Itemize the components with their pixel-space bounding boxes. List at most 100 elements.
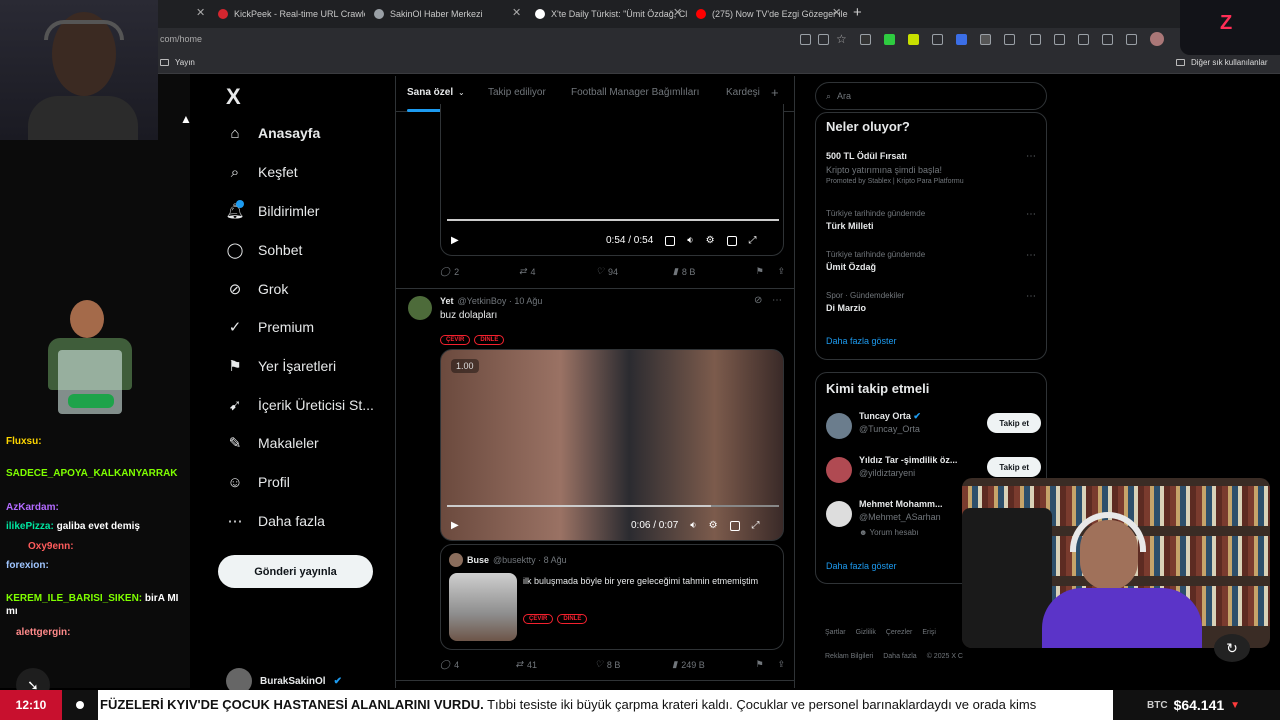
browser-tab[interactable]: KickPeek - Real-time URL Crawler	[210, 3, 365, 25]
volume-icon[interactable]: 🔉︎	[690, 520, 696, 531]
add-tab-icon[interactable]: +	[771, 85, 779, 100]
sidebar-item-profile[interactable]: ☺ Profil	[226, 473, 290, 491]
tab-list[interactable]: Football Manager Bağımlıları	[571, 87, 699, 98]
other-bookmarks[interactable]: Diğer sık kullanılanlar	[1176, 58, 1267, 67]
footer-link[interactable]: Çerezler	[886, 626, 912, 640]
captions-icon[interactable]	[665, 235, 676, 246]
repost-button[interactable]: ⇄ 41	[515, 659, 594, 670]
browser-tab[interactable]: SakinOl Haber Merkezi	[366, 3, 526, 25]
sidebar-item-creator-studio[interactable]: ➹ İçerik Üreticisi St...	[226, 396, 374, 414]
favorites-icon[interactable]	[1054, 34, 1065, 45]
tab-for-you[interactable]: Sana özel	[407, 87, 454, 112]
trend-item[interactable]: 500 TL Ödül Fırsatı Kripto yatırımına şi…	[826, 151, 1036, 185]
avatar[interactable]	[408, 296, 432, 320]
footer-link[interactable]: Şartlar	[825, 626, 846, 640]
sidebar-item-bookmarks[interactable]: ⚑ Yer İşaretleri	[226, 357, 336, 375]
pip-icon[interactable]	[726, 235, 737, 246]
grok-icon[interactable]: ⊘	[754, 295, 762, 306]
sidebar-item-explore[interactable]: ⌕ Keşfet	[226, 163, 298, 181]
follow-button[interactable]: Takip et	[987, 413, 1041, 433]
footer-link[interactable]: Erişi	[922, 626, 936, 640]
sidebar-item-more[interactable]: ⋯ Daha fazla	[226, 512, 325, 530]
search-input[interactable]: ⌕ Ara	[815, 82, 1047, 110]
star-icon[interactable]: ☆	[836, 32, 847, 46]
extension-icon[interactable]	[884, 34, 895, 45]
listen-tag[interactable]: DİNLE	[474, 335, 505, 345]
more-options-icon[interactable]: ⋯	[1026, 209, 1036, 220]
follow-button[interactable]: Takip et	[987, 457, 1041, 477]
author-name[interactable]: Yet	[440, 296, 454, 306]
chevron-down-icon[interactable]: ⌄	[458, 88, 465, 97]
close-tab-icon[interactable]: ✕	[673, 6, 682, 19]
sidebar-item-home[interactable]: ⌂ Anasayfa	[226, 124, 320, 142]
footer-link[interactable]: Reklam Bilgileri	[825, 650, 873, 664]
profile-avatar[interactable]	[1150, 32, 1164, 46]
views-button[interactable]: ▮ 249 B	[672, 659, 755, 670]
footer-link[interactable]: Daha fazla	[883, 650, 916, 664]
repost-button[interactable]: ⇄ 4	[519, 266, 596, 277]
trend-item[interactable]: Spor · Gündemdekiler Di Marzio ⋯	[826, 291, 1036, 313]
volume-icon[interactable]: 🔉︎	[687, 235, 693, 246]
x-logo[interactable]: X	[226, 84, 241, 110]
listen-tag[interactable]: DİNLE	[557, 614, 588, 624]
tab-following[interactable]: Takip ediliyor	[488, 87, 546, 98]
quoted-post[interactable]: Buse @busektty · 8 Ağu ilk buluşmada böy…	[440, 544, 784, 650]
bookmark-button[interactable]: ⚑	[756, 266, 778, 277]
sidebar-item-articles[interactable]: ✎ Makaleler	[226, 434, 319, 452]
like-button[interactable]: ♡ 94	[596, 266, 673, 277]
grok-float-icon[interactable]: ↻	[1214, 634, 1250, 662]
bookmark-button[interactable]: ⚑	[756, 659, 778, 670]
collections-icon[interactable]	[1078, 34, 1089, 45]
trend-item[interactable]: Türkiye tarihinde gündemde Ümit Özdağ ⋯	[826, 250, 1036, 272]
sidebar-item-grok[interactable]: ⊘ Grok	[226, 280, 289, 298]
pip-icon[interactable]	[729, 520, 740, 531]
translate-tag[interactable]: ÇEVİR	[440, 335, 471, 345]
extensions-puzzle-icon[interactable]	[1004, 34, 1015, 45]
bookmark-folder[interactable]: Yayın	[160, 58, 195, 67]
settings-gear-icon[interactable]: ⚙	[709, 520, 718, 531]
new-tab-icon[interactable]: +	[853, 4, 862, 21]
heart-icon[interactable]	[1102, 34, 1113, 45]
toolbar-icon[interactable]	[800, 34, 811, 45]
playback-speed[interactable]: 1.00	[451, 359, 479, 373]
trend-item[interactable]: Türkiye tarihinde gündemde Türk Milleti …	[826, 209, 1036, 231]
settings-gear-icon[interactable]: ⚙	[706, 235, 715, 246]
browser-tab[interactable]: X'te Daily Türkist: "Ümit Özdağ, Cl	[527, 3, 687, 25]
video-player[interactable]: ▶ 0:54 / 0:54 🔉︎ ⚙ ⤢	[440, 104, 784, 256]
reply-button[interactable]: ◯ 4	[440, 659, 515, 670]
more-options-icon[interactable]: ⋯	[1026, 291, 1036, 302]
like-button[interactable]: ♡ 8 B	[595, 659, 672, 670]
url-text[interactable]: com/home	[160, 34, 202, 44]
play-button[interactable]: ▶	[451, 520, 459, 531]
show-more-link[interactable]: Daha fazla göster	[826, 561, 897, 571]
more-options-icon[interactable]: ⋯	[1026, 250, 1036, 261]
tab-list[interactable]: Kardeşi	[726, 87, 760, 98]
sidebar-item-chat[interactable]: ◯ Sohbet	[226, 241, 303, 259]
more-options-icon[interactable]: ⋯	[772, 295, 782, 306]
author-handle[interactable]: @YetkinBoy · 10 Ağu	[458, 296, 543, 306]
reader-icon[interactable]	[818, 34, 829, 45]
post-button[interactable]: Gönderi yayınla	[218, 555, 373, 588]
extension-icon[interactable]	[980, 34, 991, 45]
sidebar-item-premium[interactable]: ✓ Premium	[226, 318, 314, 336]
extension-icon[interactable]	[956, 34, 967, 45]
more-options-icon[interactable]: ⋯	[1026, 151, 1036, 162]
footer-link[interactable]: Gizlilik	[856, 626, 876, 640]
follow-suggestion[interactable]: Tuncay Orta ✔ @Tuncay_Orta Takip et	[826, 411, 1041, 443]
close-tab-icon[interactable]: ✕	[512, 6, 521, 19]
extension-icon[interactable]	[932, 34, 943, 45]
fullscreen-icon[interactable]: ⤢	[749, 235, 757, 246]
translate-tag[interactable]: ÇEVİR	[523, 614, 554, 624]
fullscreen-icon[interactable]: ⤢	[752, 520, 760, 531]
video-player[interactable]: 1.00 ▶ 0:06 / 0:07 🔉︎ ⚙ ⤢	[440, 349, 784, 541]
play-button[interactable]: ▶	[451, 235, 459, 246]
close-tab-icon[interactable]: ✕	[196, 6, 205, 19]
views-button[interactable]: ▮ 8 B	[673, 266, 756, 277]
browser-tab[interactable]: (275) Now TV'de Ezgi Gözeger ile	[688, 3, 848, 25]
share-button[interactable]: ⇪	[777, 659, 785, 670]
reply-button[interactable]: ◯ 2	[440, 266, 519, 277]
split-view-icon[interactable]	[1030, 34, 1041, 45]
close-tab-icon[interactable]: ✕	[832, 6, 841, 19]
screenshot-icon[interactable]	[1126, 34, 1137, 45]
show-more-link[interactable]: Daha fazla göster	[826, 336, 897, 346]
